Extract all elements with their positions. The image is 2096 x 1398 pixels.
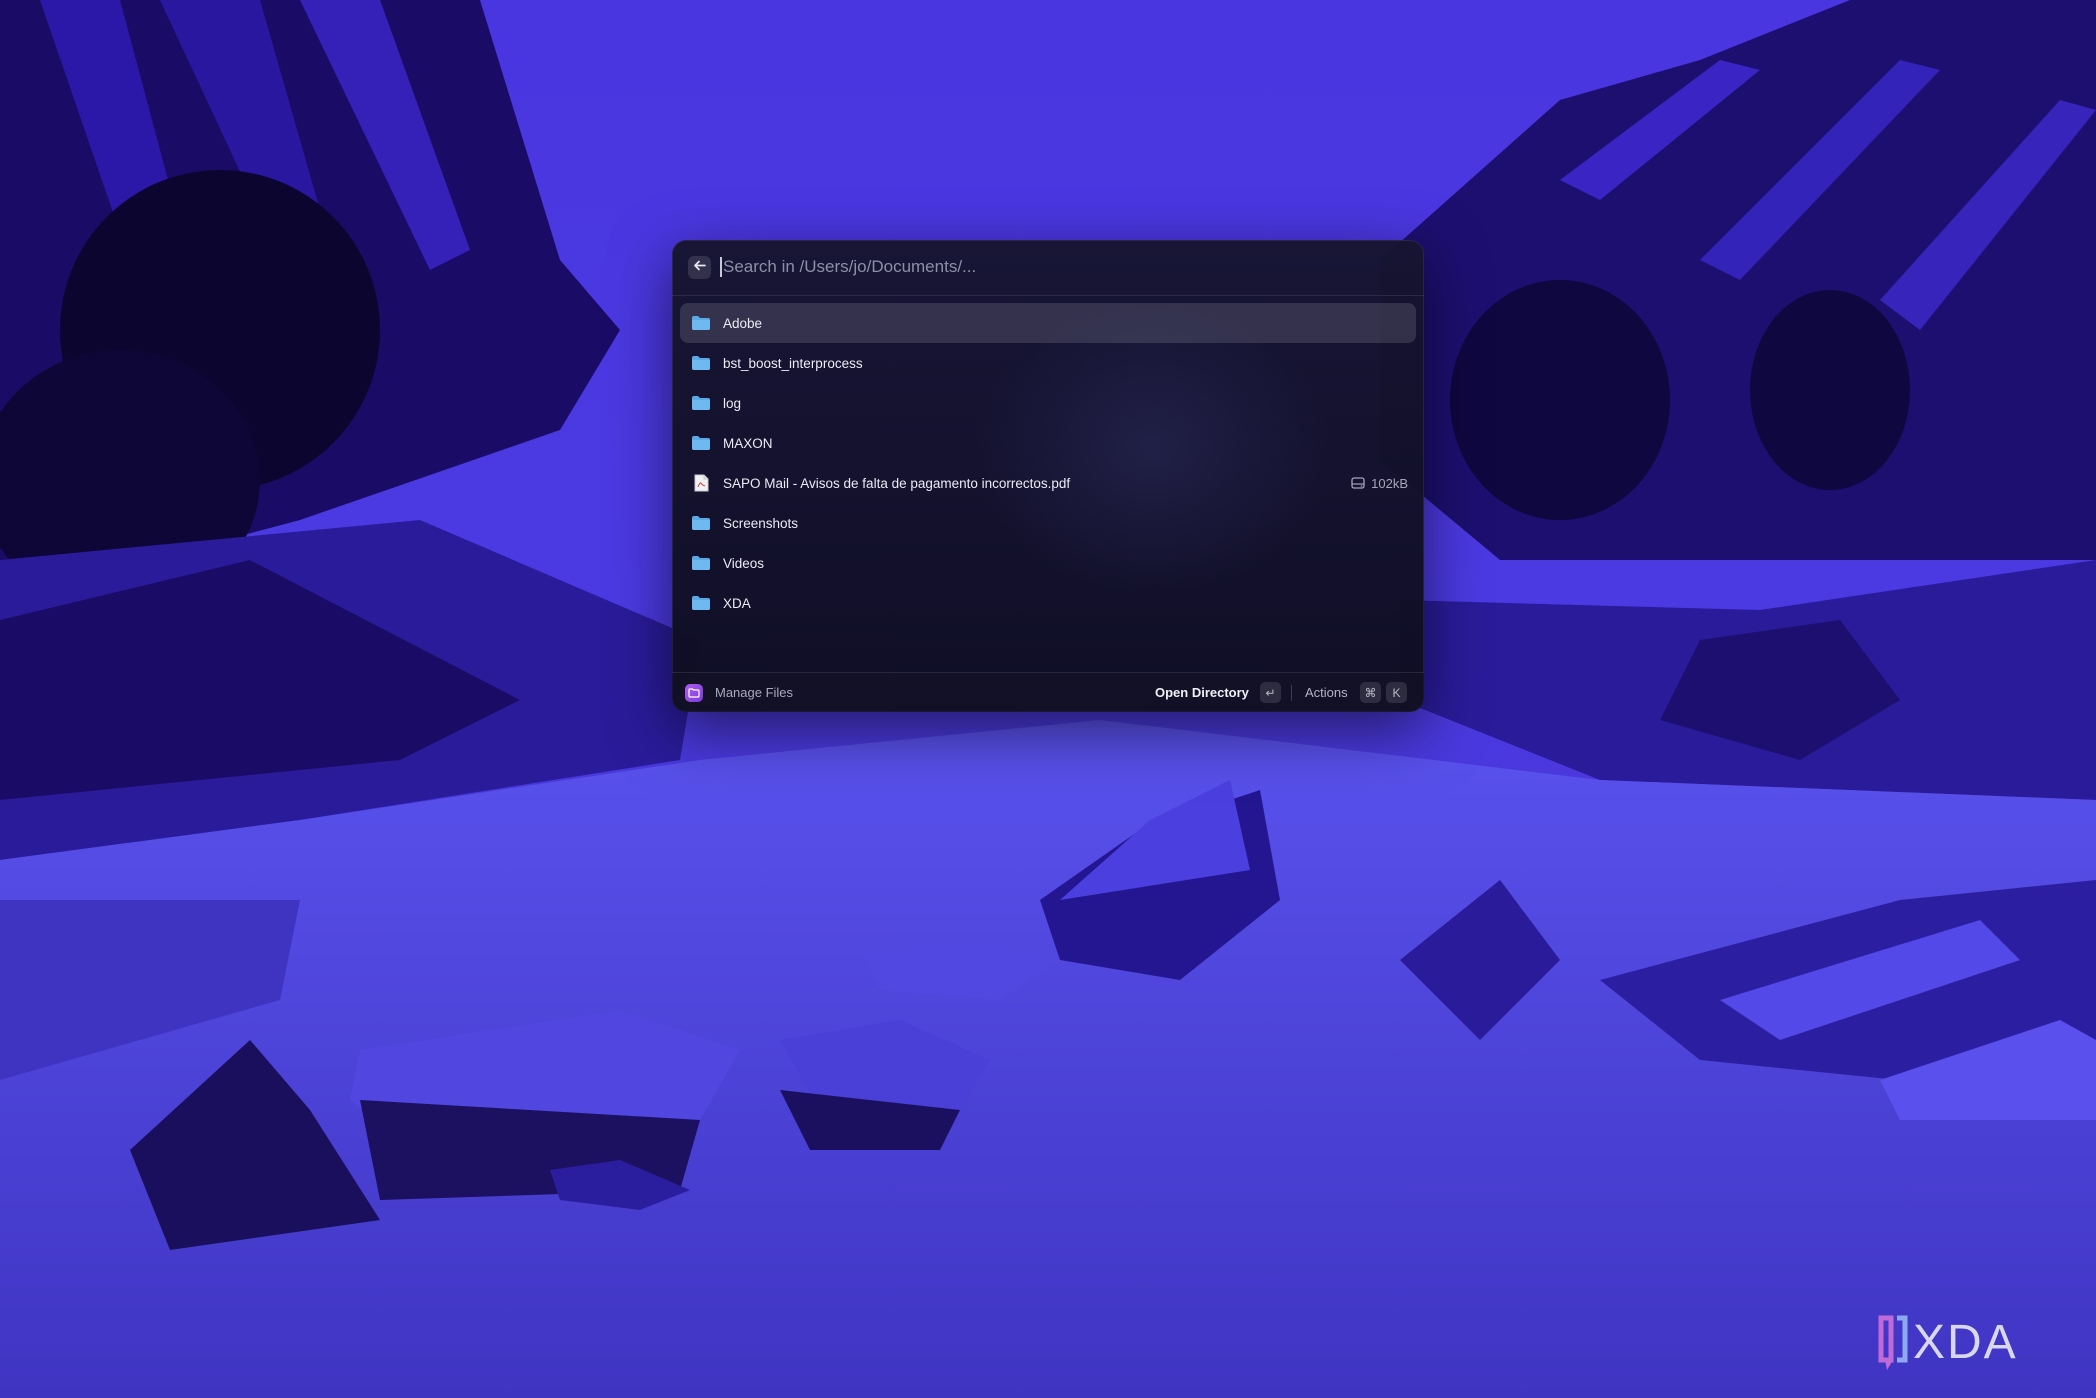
search-bar — [672, 240, 1424, 296]
folder-icon — [690, 312, 712, 334]
list-item-label: Screenshots — [723, 515, 799, 531]
xda-logo: XDA — [1878, 1315, 2018, 1370]
manage-files-icon — [685, 684, 703, 702]
folder-icon — [690, 512, 712, 534]
list-item-label: MAXON — [723, 435, 773, 451]
divider — [1291, 685, 1292, 701]
file-list: Adobe bst_boost_interprocess log MAXON S… — [680, 303, 1416, 623]
text-cursor — [720, 257, 722, 277]
actions-button[interactable]: Actions — [1305, 685, 1348, 700]
folder-icon — [690, 392, 712, 414]
folder-icon — [690, 432, 712, 454]
list-item-sapo-mail-pdf[interactable]: SAPO Mail - Avisos de falta de pagamento… — [680, 463, 1416, 503]
arrow-left-icon — [693, 259, 706, 276]
file-size-value: 102kB — [1371, 475, 1408, 491]
xda-logo-text: XDA — [1913, 1316, 2018, 1369]
list-item-maxon[interactable]: MAXON — [680, 423, 1416, 463]
file-search-window: Adobe bst_boost_interprocess log MAXON S… — [672, 240, 1424, 712]
list-item-label: log — [723, 395, 742, 411]
list-item-label: XDA — [723, 595, 751, 611]
list-item-label: Videos — [723, 555, 765, 571]
list-item-xda[interactable]: XDA — [680, 583, 1416, 623]
list-item-bst-boost-interprocess[interactable]: bst_boost_interprocess — [680, 343, 1416, 383]
folder-icon — [690, 592, 712, 614]
hard-drive-icon — [1351, 477, 1365, 489]
list-item-adobe[interactable]: Adobe — [680, 303, 1416, 343]
command-key-badge: ⌘ — [1360, 682, 1381, 703]
list-item-videos[interactable]: Videos — [680, 543, 1416, 583]
pdf-document-icon — [690, 472, 712, 494]
k-key-badge: K — [1386, 682, 1407, 703]
folder-icon — [690, 352, 712, 374]
file-size: 102kB — [1351, 463, 1408, 503]
folder-icon — [690, 552, 712, 574]
manage-files-label: Manage Files — [715, 685, 794, 700]
list-item-label: bst_boost_interprocess — [723, 355, 863, 371]
action-bar: Manage Files Open Directory ↵ Actions ⌘ … — [672, 672, 1424, 712]
list-item-screenshots[interactable]: Screenshots — [680, 503, 1416, 543]
list-item-log[interactable]: log — [680, 383, 1416, 423]
search-input[interactable] — [720, 252, 1403, 282]
back-button[interactable] — [688, 256, 711, 279]
open-directory-button[interactable]: Open Directory — [1155, 685, 1249, 700]
list-item-label: SAPO Mail - Avisos de falta de pagamento… — [723, 475, 1071, 491]
list-item-label: Adobe — [723, 315, 763, 331]
return-key-badge: ↵ — [1260, 682, 1281, 703]
